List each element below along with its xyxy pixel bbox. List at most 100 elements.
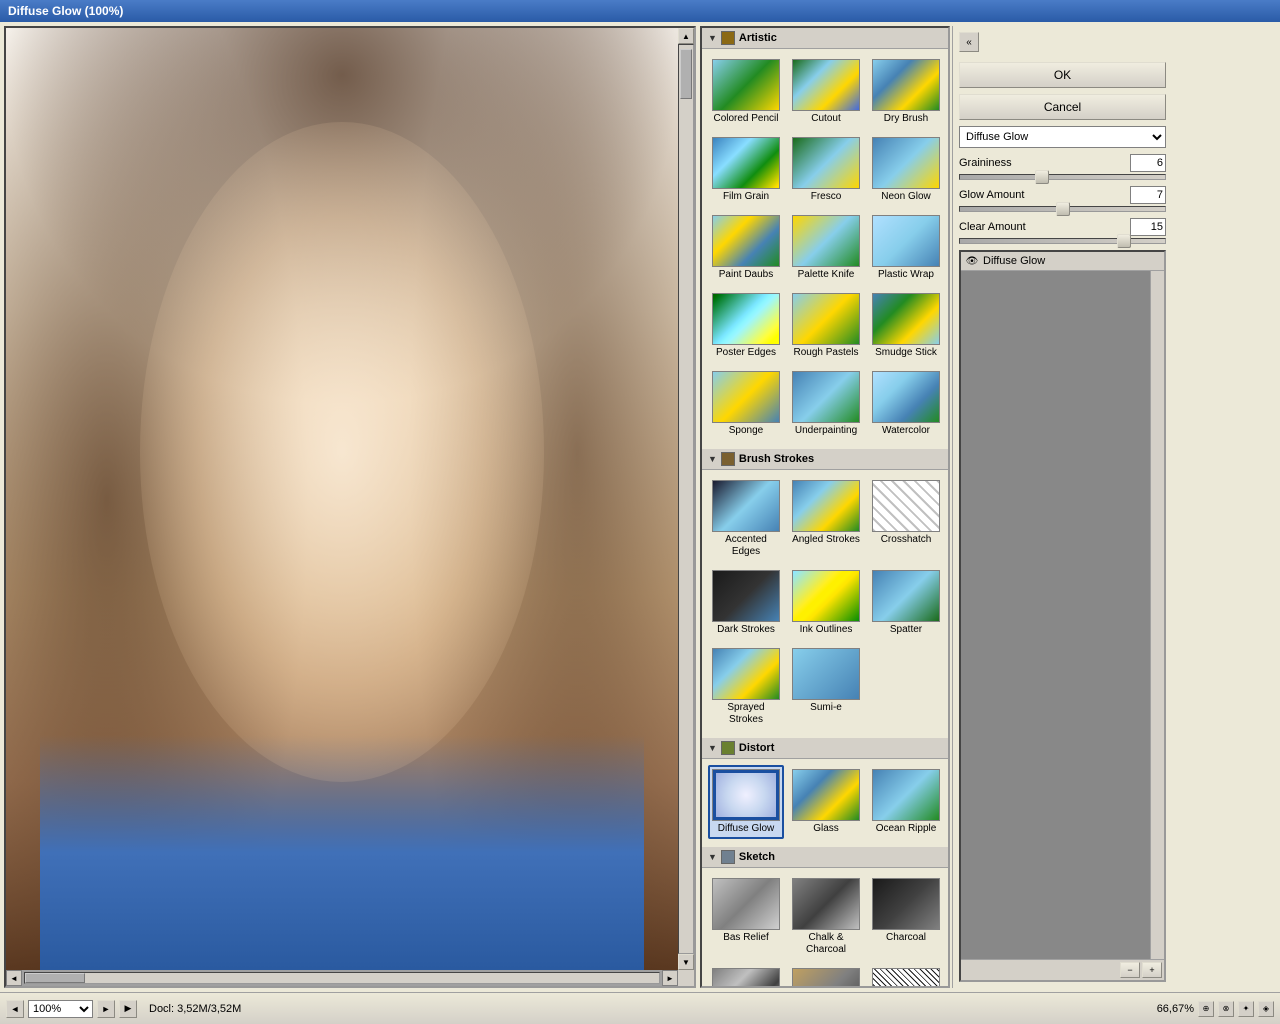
filter-angled-strokes[interactable]: Angled Strokes — [788, 476, 864, 562]
filter-glass[interactable]: Glass — [788, 765, 864, 839]
filter-label-dry-brush: Dry Brush — [884, 113, 928, 125]
clear-amount-value[interactable] — [1130, 218, 1166, 236]
filter-label-plastic-wrap: Plastic Wrap — [878, 269, 934, 281]
graininess-value[interactable] — [1130, 154, 1166, 172]
filter-plastic-wrap[interactable]: Plastic Wrap — [868, 211, 944, 285]
filter-colored-pencil[interactable]: Colored Pencil — [708, 55, 784, 129]
filter-accented-edges[interactable]: Accented Edges — [708, 476, 784, 562]
cancel-button[interactable]: Cancel — [959, 94, 1166, 120]
filter-film-grain[interactable]: Film Grain — [708, 133, 784, 207]
ok-button[interactable]: OK — [959, 62, 1166, 88]
canvas-vertical-scrollbar[interactable]: ▲ ▼ — [678, 28, 694, 970]
thumb-underpainting — [793, 372, 859, 422]
filter-label-film-grain: Film Grain — [723, 191, 769, 203]
filter-thumb-smudge-stick — [872, 293, 940, 345]
filter-thumb-poster-edges — [712, 293, 780, 345]
filter-crosshatch[interactable]: Crosshatch — [868, 476, 944, 562]
clear-amount-track[interactable] — [959, 238, 1166, 244]
next-page-icon[interactable]: ► — [97, 1000, 115, 1018]
filter-label-smudge-stick: Smudge Stick — [875, 347, 937, 359]
glow-amount-track[interactable] — [959, 206, 1166, 212]
taskbar-icon-3[interactable]: ✦ — [1238, 1001, 1254, 1017]
filter-ocean-ripple[interactable]: Ocean Ripple — [868, 765, 944, 839]
thumb-palette-knife — [793, 216, 859, 266]
graininess-thumb[interactable] — [1035, 170, 1049, 184]
prev-page-icon[interactable]: ◄ — [6, 1000, 24, 1018]
filter-chalk-charcoal[interactable]: Chalk & Charcoal — [788, 874, 864, 960]
info-icon[interactable]: ▶ — [119, 1000, 137, 1018]
preview-eye-icon[interactable]: 👁 — [965, 254, 979, 268]
taskbar-icon-1[interactable]: ⊕ — [1198, 1001, 1214, 1017]
glow-amount-thumb[interactable] — [1056, 202, 1070, 216]
scroll-right-btn[interactable]: ► — [662, 970, 678, 986]
scroll-thumb-h[interactable] — [25, 973, 85, 983]
filter-neon-glow[interactable]: Neon Glow — [868, 133, 944, 207]
taskbar-icon-4[interactable]: ◈ — [1258, 1001, 1274, 1017]
scroll-track-v[interactable] — [678, 44, 694, 954]
filter-palette-knife[interactable]: Palette Knife — [788, 211, 864, 285]
filter-label-watercolor: Watercolor — [882, 425, 930, 437]
filter-chrome[interactable]: Chrome — [708, 964, 784, 986]
filter-poster-edges[interactable]: Poster Edges — [708, 289, 784, 363]
filter-label-crosshatch: Crosshatch — [881, 534, 932, 546]
filter-rough-pastels[interactable]: Rough Pastels — [788, 289, 864, 363]
scroll-down-btn[interactable]: ▼ — [678, 954, 694, 970]
preview-zoom-in[interactable]: + — [1142, 962, 1162, 978]
effect-select[interactable]: Diffuse Glow Glass Ocean Ripple — [959, 126, 1166, 148]
category-distort-header[interactable]: ▼ Distort — [702, 738, 948, 759]
filter-panel: ▼ Artistic Colored Pencil — [700, 26, 950, 988]
filter-thumb-sprayed-strokes — [712, 648, 780, 700]
filter-paint-daubs[interactable]: Paint Daubs — [708, 211, 784, 285]
filter-watercolor[interactable]: Watercolor — [868, 367, 944, 441]
preview-scrollbar[interactable] — [1150, 271, 1164, 959]
filter-underpainting[interactable]: Underpainting — [788, 367, 864, 441]
filter-smudge-stick[interactable]: Smudge Stick — [868, 289, 944, 363]
filter-cutout[interactable]: Cutout — [788, 55, 864, 129]
filter-label-charcoal: Charcoal — [886, 932, 926, 944]
filter-label-ink-outlines: Ink Outlines — [800, 624, 853, 636]
filter-thumb-watercolor — [872, 371, 940, 423]
scroll-thumb-v[interactable] — [680, 49, 692, 99]
scroll-left-btn[interactable]: ◄ — [6, 970, 22, 986]
preview-content[interactable] — [961, 271, 1150, 959]
thumb-neon-glow — [873, 138, 939, 188]
filter-sumi-e[interactable]: Sumi-e — [788, 644, 864, 730]
category-sketch-label: Sketch — [739, 851, 775, 863]
canvas-image[interactable] — [6, 28, 678, 970]
taskbar-icon-2[interactable]: ⊗ — [1218, 1001, 1234, 1017]
preview-zoom-out[interactable]: − — [1120, 962, 1140, 978]
filter-fresco[interactable]: Fresco — [788, 133, 864, 207]
thumb-watercolor — [873, 372, 939, 422]
category-artistic-header[interactable]: ▼ Artistic — [702, 28, 948, 49]
filter-label-chalk-charcoal: Chalk & Charcoal — [792, 932, 860, 956]
filter-thumb-chalk-charcoal — [792, 878, 860, 930]
zoom-select[interactable]: 25% 50% 66,67% 100% 150% 200% — [28, 1000, 93, 1018]
filter-diffuse-glow[interactable]: Diffuse Glow — [708, 765, 784, 839]
thumb-graphic-pen — [873, 969, 939, 986]
sketch-filter-grid: Bas Relief Chalk & Charcoal — [702, 868, 948, 986]
category-distort: ▼ Distort Diffuse Glow — [702, 738, 948, 845]
filter-spatter[interactable]: Spatter — [868, 566, 944, 640]
filter-dark-strokes[interactable]: Dark Strokes — [708, 566, 784, 640]
filter-ink-outlines[interactable]: Ink Outlines — [788, 566, 864, 640]
category-brush-header[interactable]: ▼ Brush Strokes — [702, 449, 948, 470]
graininess-track[interactable] — [959, 174, 1166, 180]
filter-sprayed-strokes[interactable]: Sprayed Strokes — [708, 644, 784, 730]
filter-scroll[interactable]: ▼ Artistic Colored Pencil — [702, 28, 948, 986]
collapse-button[interactable]: « — [959, 32, 979, 52]
filter-bas-relief[interactable]: Bas Relief — [708, 874, 784, 960]
clear-amount-thumb[interactable] — [1117, 234, 1131, 248]
glow-amount-value[interactable] — [1130, 186, 1166, 204]
filter-thumb-colored-pencil — [712, 59, 780, 111]
category-brush-icon — [721, 452, 735, 466]
category-brush-strokes: ▼ Brush Strokes Accented Edges — [702, 449, 948, 736]
filter-conte-crayon[interactable]: Conté Crayon — [788, 964, 864, 986]
filter-graphic-pen[interactable]: Graphic Pen — [868, 964, 944, 986]
scroll-up-btn[interactable]: ▲ — [678, 28, 694, 44]
category-sketch-header[interactable]: ▼ Sketch — [702, 847, 948, 868]
filter-charcoal[interactable]: Charcoal — [868, 874, 944, 960]
filter-dry-brush[interactable]: Dry Brush — [868, 55, 944, 129]
filter-sponge[interactable]: Sponge — [708, 367, 784, 441]
scroll-track-h[interactable] — [24, 972, 660, 984]
thumb-chalk-charcoal — [793, 879, 859, 929]
